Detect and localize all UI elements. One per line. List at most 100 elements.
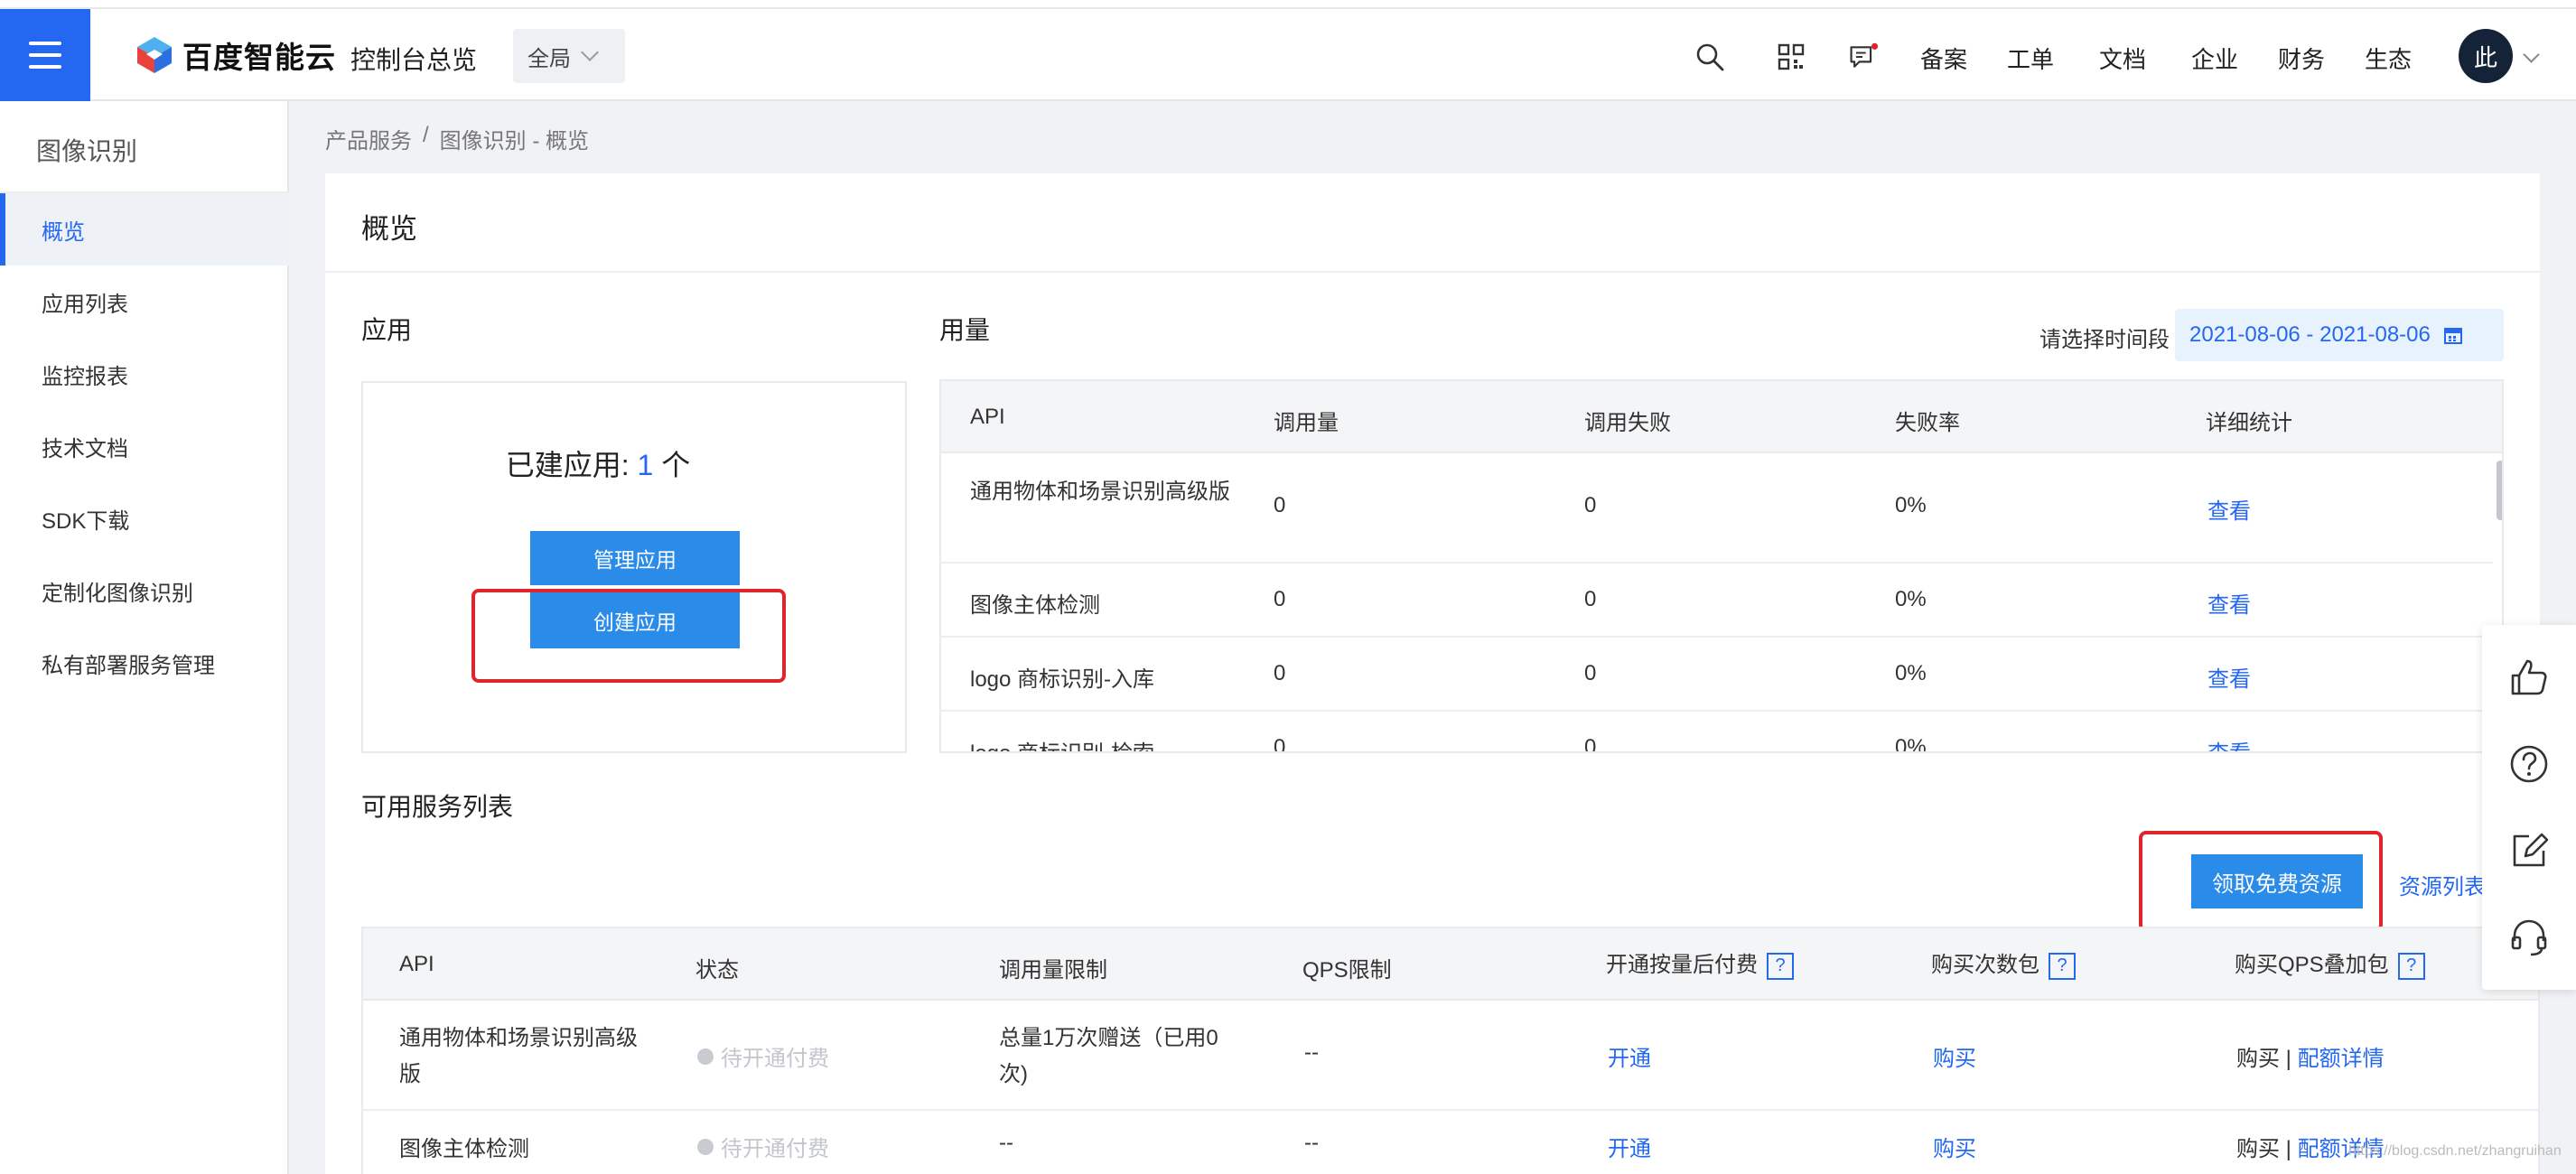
status-dot-icon [697, 1138, 714, 1155]
table-header: API 状态 调用量限制 QPS限制 开通按量后付费? 购买次数包? 购买QPS… [363, 928, 2538, 1001]
column-header: 开通按量后付费? [1606, 946, 1794, 980]
table-scrollbar[interactable] [2497, 461, 2502, 520]
services-table: API 状态 调用量限制 QPS限制 开通按量后付费? 购买次数包? 购买QPS… [361, 927, 2540, 1174]
nav-ecosystem[interactable]: 生态 [2365, 42, 2412, 75]
highlight-box [471, 589, 786, 683]
user-avatar[interactable]: 此 [2459, 29, 2513, 83]
sidebar-item-monitor[interactable]: 监控报表 [0, 338, 289, 410]
api-name: 图像主体检测 [970, 593, 1100, 618]
enable-postpaid-link[interactable]: 开通 [1608, 1131, 1651, 1162]
table-row: 通用物体和场景识别高级版 0 0 0% 查看 [941, 453, 2493, 564]
view-detail-link[interactable]: 查看 [2207, 493, 2251, 525]
table-row: logo 商标识别-检索 0 0 0% 查看 [941, 712, 2493, 753]
apps-section-title: 应用 [361, 316, 413, 344]
call-limit-line: 次) [999, 1062, 1028, 1086]
view-detail-link[interactable]: 查看 [2207, 661, 2251, 693]
call-limit: 总量1万次赠送（已用0 次) [999, 1020, 1218, 1093]
table-row: 通用物体和场景识别高级 版 待开通付费 总量1万次赠送（已用0 次) -- 开通… [363, 1001, 2538, 1111]
separator: | [2285, 1047, 2291, 1071]
api-name: logo 商标识别-入库 [970, 667, 1155, 692]
buy-qps-link[interactable]: 购买 [2236, 1137, 2280, 1161]
breadcrumb-root[interactable]: 产品服务 [325, 123, 412, 154]
divider [325, 271, 2540, 273]
services-section-title: 可用服务列表 [361, 793, 514, 821]
view-detail-link[interactable]: 查看 [2207, 735, 2251, 751]
qps-actions: 购买 | 配额详情 [2236, 1040, 2385, 1072]
column-header-label: 购买次数包 [1931, 953, 2039, 977]
column-header-label: 开通按量后付费 [1606, 953, 1758, 977]
column-header: 详细统计 [2206, 411, 2292, 435]
search-icon[interactable] [1694, 42, 1725, 72]
enable-postpaid-link[interactable]: 开通 [1608, 1040, 1651, 1072]
highlight-box [2139, 831, 2383, 932]
manage-apps-button[interactable]: 管理应用 [530, 531, 740, 585]
breadcrumb: 产品服务 / 图像识别 - 概览 [325, 123, 589, 154]
top-edge [0, 0, 2576, 9]
sidebar-item-overview[interactable]: 概览 [0, 193, 289, 266]
nav-docs[interactable]: 文档 [2099, 42, 2146, 75]
sidebar-item-custom-recognition[interactable]: 定制化图像识别 [0, 554, 289, 627]
fail-count: 0 [1584, 493, 1597, 517]
grid-icon[interactable] [1776, 42, 1806, 72]
column-header: 调用量 [1274, 411, 1339, 435]
quota-detail-link[interactable]: 配额详情 [2298, 1047, 2385, 1071]
region-select[interactable]: 全局 [513, 29, 625, 83]
nav-filing[interactable]: 备案 [1920, 42, 1967, 75]
menu-toggle-button[interactable] [0, 9, 90, 101]
nav-enterprise[interactable]: 企业 [2191, 42, 2238, 75]
date-range-picker[interactable]: 2021-08-06 - 2021-08-06 [2175, 309, 2504, 361]
headset-icon[interactable] [2507, 916, 2551, 959]
resource-list-link[interactable]: 资源列表 [2399, 869, 2486, 900]
page-title: 概览 [361, 213, 417, 245]
top-header: 百度智能云 控制台总览 全局 备案 工单 文档 企业 财务 生态 此 [0, 9, 2576, 101]
column-header: 调用失败 [1584, 411, 1671, 435]
help-icon[interactable] [2507, 742, 2551, 786]
sidebar-item-tech-docs[interactable]: 技术文档 [0, 410, 289, 482]
qps-limit: -- [1304, 1131, 1319, 1155]
column-header: 调用量限制 [999, 958, 1107, 983]
view-detail-link[interactable]: 查看 [2207, 587, 2251, 619]
help-icon[interactable]: ? [2049, 952, 2076, 980]
fail-count: 0 [1584, 661, 1597, 685]
app-count-prefix: 已建应用: [505, 449, 630, 481]
nav-ticket[interactable]: 工单 [2007, 42, 2054, 75]
sidebar-item-app-list[interactable]: 应用列表 [0, 266, 289, 338]
buy-qps-link[interactable]: 购买 [2236, 1047, 2280, 1071]
feedback-edit-icon[interactable] [2507, 829, 2551, 872]
column-header: API [399, 952, 434, 976]
status-badge: 待开通付费 [697, 1131, 829, 1162]
buy-package-link[interactable]: 购买 [1933, 1131, 1976, 1162]
console-overview-link[interactable]: 控制台总览 [350, 41, 477, 77]
sidebar-item-sdk[interactable]: SDK下载 [0, 482, 289, 554]
hamburger-icon-bar [29, 65, 61, 69]
fail-count: 0 [1584, 735, 1597, 753]
nav-finance[interactable]: 财务 [2278, 42, 2325, 75]
chevron-down-icon [581, 43, 599, 61]
status-text: 待开通付费 [721, 1047, 829, 1071]
brand-logo[interactable]: 百度智能云 [135, 34, 336, 76]
column-header: 失败率 [1895, 411, 1960, 435]
overview-card: 概览 应用 已建应用: 1 个 管理应用 创建应用 用量 请选择时间段 2021… [325, 173, 2540, 1174]
usage-section-title: 用量 [939, 316, 991, 344]
usage-table: API 调用量 调用失败 失败率 详细统计 通用物体和场景识别高级版 0 0 0… [939, 379, 2504, 753]
app-count-value: 1 [637, 449, 654, 481]
call-count: 0 [1274, 587, 1286, 611]
help-icon[interactable]: ? [1767, 952, 1794, 980]
thumbs-up-icon[interactable] [2507, 656, 2551, 699]
table-row: 图像主体检测 待开通付费 -- -- 开通 购买 购买 | 配额详情 [363, 1111, 2538, 1174]
column-header-label: 购买QPS叠加包 [2235, 953, 2389, 977]
buy-package-link[interactable]: 购买 [1933, 1040, 1976, 1072]
calendar-icon [2443, 328, 2462, 344]
date-range-value: 2021-08-06 - 2021-08-06 [2189, 322, 2431, 347]
sidebar: 图像识别 概览 应用列表 监控报表 技术文档 SDK下载 定制化图像识别 私有部… [0, 101, 289, 1174]
message-icon[interactable] [1848, 42, 1879, 72]
call-count: 0 [1274, 493, 1286, 517]
chevron-down-icon[interactable] [2523, 46, 2540, 63]
api-name: 通用物体和场景识别高级 版 [399, 1020, 638, 1093]
table-row: 图像主体检测 0 0 0% 查看 [941, 564, 2493, 638]
fail-count: 0 [1584, 587, 1597, 611]
call-count: 0 [1274, 661, 1286, 685]
help-icon[interactable]: ? [2397, 952, 2425, 980]
sidebar-item-private-deploy[interactable]: 私有部署服务管理 [0, 627, 289, 699]
date-range-label: 请选择时间段 [2039, 328, 2170, 352]
